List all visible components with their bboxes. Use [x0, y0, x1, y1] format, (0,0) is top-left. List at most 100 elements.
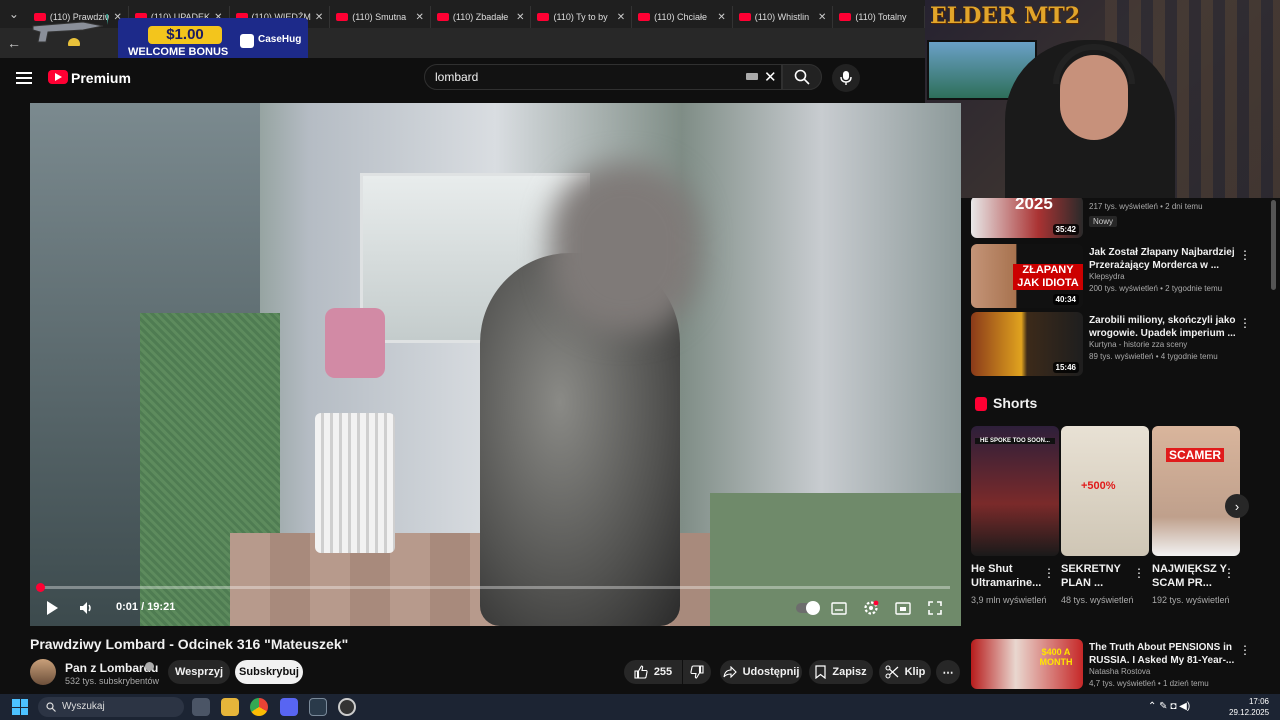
more-options-icon[interactable]: ⋮: [1239, 316, 1251, 330]
short-title[interactable]: NAJWIĘKSZ Y SCAM PR...: [1152, 562, 1230, 590]
obs-icon[interactable]: [338, 698, 356, 716]
tab-search-menu[interactable]: ⌄: [0, 0, 28, 28]
related-video[interactable]: 2025 35:42 217 tys. wyświetleń • 2 dni t…: [971, 198, 1271, 238]
short-more-icon[interactable]: ⋮: [1133, 566, 1145, 580]
subtitles-button[interactable]: [827, 596, 851, 620]
browser-tab[interactable]: (110) Totalny: [833, 6, 926, 28]
discord-icon[interactable]: [280, 698, 298, 716]
share-button[interactable]: Udostępnij: [720, 660, 802, 684]
short-thumbnail[interactable]: +500%: [1061, 426, 1149, 556]
tab-title: (110) Chciałe: [654, 12, 707, 22]
scissors-icon: [885, 665, 899, 679]
tab-close-icon[interactable]: ✕: [617, 12, 625, 23]
tab-close-icon[interactable]: ✕: [818, 12, 826, 23]
short-title[interactable]: He Shut Ultramarine...: [971, 562, 1049, 590]
save-button[interactable]: Zapisz: [809, 660, 873, 684]
keyboard-icon[interactable]: [746, 73, 758, 80]
more-options-icon[interactable]: ⋮: [1239, 643, 1251, 657]
short-thumbnail[interactable]: HE SPOKE TOO SOON...: [971, 426, 1059, 556]
video-channel[interactable]: Klepsydra: [1089, 272, 1125, 281]
video-player[interactable]: [30, 103, 961, 626]
progress-bar[interactable]: [40, 586, 950, 589]
channel-avatar[interactable]: [30, 659, 56, 685]
promo-amount: $1.00: [148, 26, 222, 44]
microphone-icon: [840, 71, 852, 85]
video-thumbnail[interactable]: 15:46: [971, 312, 1083, 376]
back-arrow-icon[interactable]: ←: [0, 35, 28, 51]
thumbnail-text: 2025: [1015, 198, 1053, 213]
more-options-icon[interactable]: ⋮: [1239, 248, 1251, 262]
video-title: Prawdziwy Lombard - Odcinek 316 "Mateusz…: [30, 636, 349, 652]
subscribe-button[interactable]: Subskrybuj: [235, 660, 303, 684]
play-button[interactable]: [40, 596, 64, 620]
chrome-icon[interactable]: [250, 698, 268, 716]
related-video[interactable]: $400 A MONTH The Truth About PENSIONS in…: [971, 639, 1271, 689]
dislike-button[interactable]: [683, 660, 711, 684]
file-explorer-icon[interactable]: [221, 698, 239, 716]
video-title[interactable]: Zarobili miliony, skończyli jako wrogowi…: [1089, 314, 1257, 340]
video-meta: 200 tys. wyświetleń • 2 tygodnie temu: [1089, 284, 1223, 293]
more-actions-button[interactable]: ⋯: [936, 660, 960, 684]
miniplayer-button[interactable]: [891, 596, 915, 620]
browser-tab[interactable]: (110) Smutna ✕: [330, 6, 431, 28]
tab-close-icon[interactable]: ✕: [717, 12, 725, 23]
like-count: 255: [653, 666, 673, 678]
related-video[interactable]: ZŁAPANY JAK IDIOTA 40:34 Jak Został Złap…: [971, 244, 1271, 308]
windows-start-icon[interactable]: [12, 699, 28, 715]
video-duration: 35:42: [1052, 224, 1079, 235]
taskbar-clock[interactable]: 17:06 29.12.2025: [1229, 696, 1269, 718]
sidebar-scrollbar[interactable]: [1271, 200, 1276, 290]
video-thumbnail[interactable]: ZŁAPANY JAK IDIOTA 40:34: [971, 244, 1083, 308]
autoplay-toggle[interactable]: [796, 601, 820, 615]
tab-close-icon[interactable]: ✕: [315, 12, 323, 23]
video-channel[interactable]: Natasha Rostova: [1089, 667, 1150, 676]
join-button[interactable]: Wesprzyj: [168, 660, 230, 684]
tab-close-icon[interactable]: ✕: [415, 12, 423, 23]
save-label: Zapisz: [832, 666, 867, 678]
progress-scrubber[interactable]: [36, 583, 45, 592]
share-icon: [723, 666, 737, 678]
short-title[interactable]: SEKRETNY PLAN ...: [1061, 562, 1139, 590]
browser-tab[interactable]: (110) Zbadałe ✕: [431, 6, 532, 28]
video-title[interactable]: Jak Został Złapany Najbardziej Przerażaj…: [1089, 246, 1257, 272]
short-thumbnail[interactable]: SCAMER: [1152, 426, 1240, 556]
related-video[interactable]: 15:46 Zarobili miliony, skończyli jako w…: [971, 312, 1271, 376]
clip-button[interactable]: Klip: [879, 660, 931, 684]
tab-title: (110) Smutna: [352, 12, 407, 22]
video-thumbnail[interactable]: $400 A MONTH: [971, 639, 1083, 689]
browser-tab[interactable]: (110) Ty to by ✕: [531, 6, 633, 28]
menu-icon[interactable]: [16, 72, 32, 84]
browser-tab[interactable]: (110) Chciałe ✕: [632, 6, 733, 28]
time-display: 0:01 / 19:21: [116, 601, 176, 613]
search-button[interactable]: [782, 64, 822, 90]
taskbar-search[interactable]: Wyszukaj: [38, 697, 184, 717]
clear-search-icon[interactable]: ✕: [764, 68, 777, 86]
volume-icon: [80, 602, 91, 614]
video-thumbnail[interactable]: 2025 35:42: [971, 198, 1083, 238]
fullscreen-button[interactable]: [923, 596, 947, 620]
system-tray-icons[interactable]: ⌃ ✎ ◘ ◀): [1148, 698, 1220, 716]
volume-button[interactable]: [74, 596, 98, 620]
short-more-icon[interactable]: ⋮: [1043, 566, 1055, 580]
thumbnail-text: ZŁAPANY JAK IDIOTA: [1013, 264, 1083, 290]
voice-search-button[interactable]: [832, 64, 860, 92]
youtube-logo-icon[interactable]: [48, 70, 68, 84]
subscriber-count: 532 tys. subskrybentów: [65, 676, 160, 686]
casehug-logo-icon: [240, 34, 254, 48]
shorts-next-button[interactable]: ›: [1225, 494, 1249, 518]
webcam-logo: ELDER MT2: [930, 3, 1081, 29]
video-scene-blurred-face: [550, 163, 700, 333]
short-more-icon[interactable]: ⋮: [1223, 566, 1235, 580]
search-input[interactable]: lombard: [424, 64, 782, 90]
video-title[interactable]: The Truth About PENSIONS in RUSSIA. I As…: [1089, 641, 1257, 667]
settings-button[interactable]: [859, 596, 883, 620]
tab-close-icon[interactable]: ✕: [516, 12, 524, 23]
gear-icon: [864, 600, 879, 615]
browser-tab[interactable]: (110) Whistlin ✕: [733, 6, 834, 28]
video-channel[interactable]: Kurtyna - historie zza sceny: [1089, 340, 1187, 349]
like-button[interactable]: 255: [624, 660, 682, 684]
task-view-icon[interactable]: [192, 698, 210, 716]
youtube-premium-label[interactable]: Premium: [71, 70, 131, 86]
verified-icon: [145, 662, 154, 671]
terminal-icon[interactable]: [309, 698, 327, 716]
